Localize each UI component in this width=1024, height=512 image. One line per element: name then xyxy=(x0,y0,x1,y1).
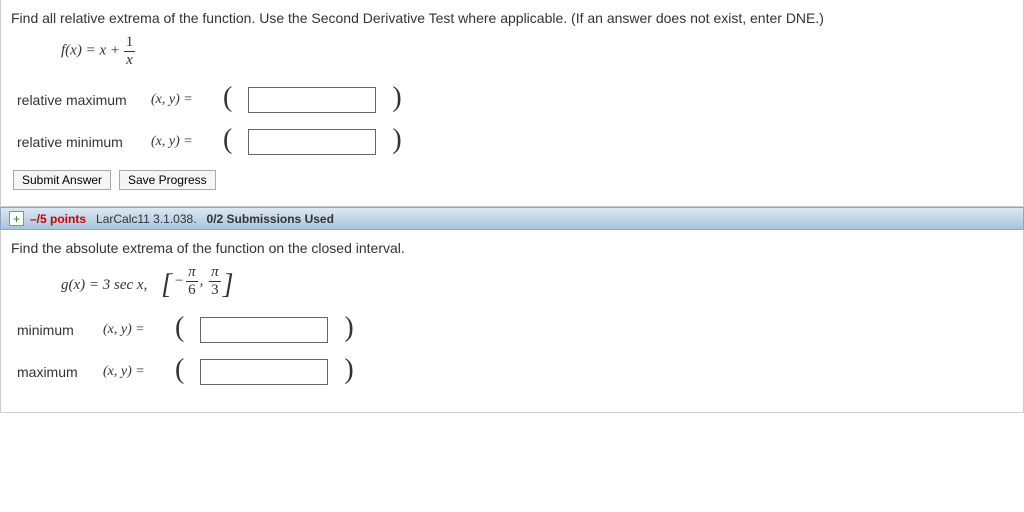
expand-toggle-icon[interactable]: + xyxy=(9,211,24,226)
interval-lb-den: 6 xyxy=(186,282,198,299)
source-label: LarCalc11 3.1.038. xyxy=(96,212,197,226)
question-header-bar: + –/5 points LarCalc11 3.1.038. 0/2 Subm… xyxy=(0,207,1024,230)
p2-min-label: minimum xyxy=(17,322,87,338)
p1-relmax-label: relative maximum xyxy=(17,92,135,108)
close-bracket-icon: ] xyxy=(223,271,234,299)
open-paren-icon: ( xyxy=(175,314,184,342)
p1-relmin-label: relative minimum xyxy=(17,134,135,150)
close-paren-icon: ) xyxy=(392,84,401,112)
p2-max-input[interactable] xyxy=(200,359,328,385)
problem-1: Find all relative extrema of the functio… xyxy=(0,0,1024,207)
points-label: –/5 points xyxy=(30,212,86,226)
submissions-used-label: 0/2 Submissions Used xyxy=(207,212,334,226)
interval-comma: , xyxy=(200,273,208,290)
p2-min-pair: (x, y) = xyxy=(103,322,159,338)
close-paren-icon: ) xyxy=(344,314,353,342)
open-paren-icon: ( xyxy=(223,126,232,154)
open-paren-icon: ( xyxy=(223,84,232,112)
p2-max-pair: (x, y) = xyxy=(103,364,159,380)
p2-maximum-row: maximum (x, y) = ( ) xyxy=(17,358,1013,386)
interval-ub-frac: π 3 xyxy=(209,264,221,298)
p1-frac-num: 1 xyxy=(124,34,136,52)
interval-lb-sign: − xyxy=(174,273,184,290)
p1-relative-maximum-row: relative maximum (x, y) = ( ) xyxy=(17,86,1013,114)
save-progress-button[interactable]: Save Progress xyxy=(119,170,216,190)
interval-ub-num: π xyxy=(209,264,221,282)
p2-interval: [ − π 6 , π 3 ] xyxy=(161,264,233,298)
interval-lb-num: π xyxy=(186,264,198,282)
p1-frac-den: x xyxy=(124,52,136,69)
p2-instructions: Find the absolute extrema of the functio… xyxy=(11,240,1013,256)
problem-2: Find the absolute extrema of the functio… xyxy=(0,230,1024,413)
p1-button-bar: Submit Answer Save Progress xyxy=(13,170,1013,190)
p1-func-lhs: f(x) = x + xyxy=(61,42,120,58)
p1-relmin-input[interactable] xyxy=(248,129,376,155)
p2-max-label: maximum xyxy=(17,364,87,380)
open-paren-icon: ( xyxy=(175,356,184,384)
p1-function: f(x) = x + 1 x xyxy=(61,34,1013,68)
submit-answer-button[interactable]: Submit Answer xyxy=(13,170,111,190)
p1-relmin-pair: (x, y) = xyxy=(151,134,207,150)
p1-relmax-pair: (x, y) = xyxy=(151,92,207,108)
open-bracket-icon: [ xyxy=(161,271,172,299)
p2-min-input[interactable] xyxy=(200,317,328,343)
p1-relative-minimum-row: relative minimum (x, y) = ( ) xyxy=(17,128,1013,156)
p1-relmax-input[interactable] xyxy=(248,87,376,113)
close-paren-icon: ) xyxy=(392,126,401,154)
p2-function: g(x) = 3 sec x, [ − π 6 , π 3 ] xyxy=(61,264,1013,298)
interval-ub-den: 3 xyxy=(209,282,221,299)
p2-func-lhs: g(x) = 3 sec x, xyxy=(61,277,147,293)
interval-lb-frac: π 6 xyxy=(186,264,198,298)
close-paren-icon: ) xyxy=(344,356,353,384)
p1-fraction: 1 x xyxy=(124,34,136,68)
p2-minimum-row: minimum (x, y) = ( ) xyxy=(17,316,1013,344)
p1-instructions: Find all relative extrema of the functio… xyxy=(11,10,1013,26)
